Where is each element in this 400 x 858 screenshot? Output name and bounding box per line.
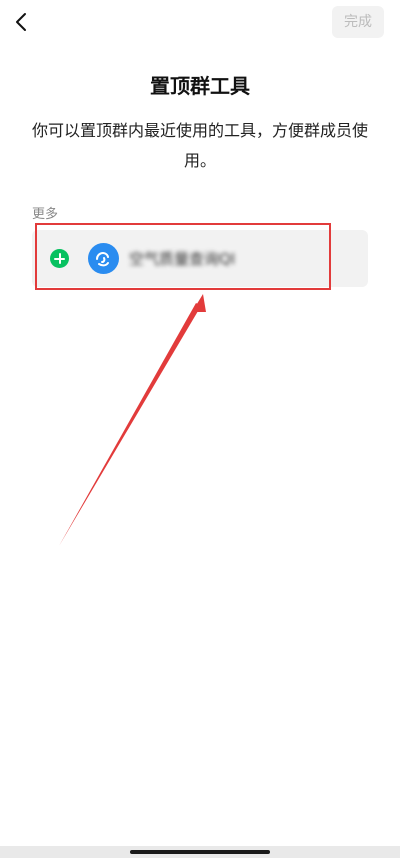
highlight-annotation-box	[35, 223, 331, 290]
page-title: 置顶群工具	[150, 74, 250, 98]
section-label-more: 更多	[32, 207, 59, 222]
done-button[interactable]: 完成	[332, 6, 384, 38]
page-description: 你可以置顶群内最近使用的工具，方便群成员使用。	[32, 121, 369, 170]
chevron-left-icon	[16, 13, 26, 31]
back-button[interactable]	[8, 8, 36, 36]
home-indicator[interactable]	[130, 850, 270, 854]
top-tools-screen: 完成 置顶群工具 你可以置顶群内最近使用的工具，方便群成员使用。 更多 空气质量…	[0, 0, 400, 858]
